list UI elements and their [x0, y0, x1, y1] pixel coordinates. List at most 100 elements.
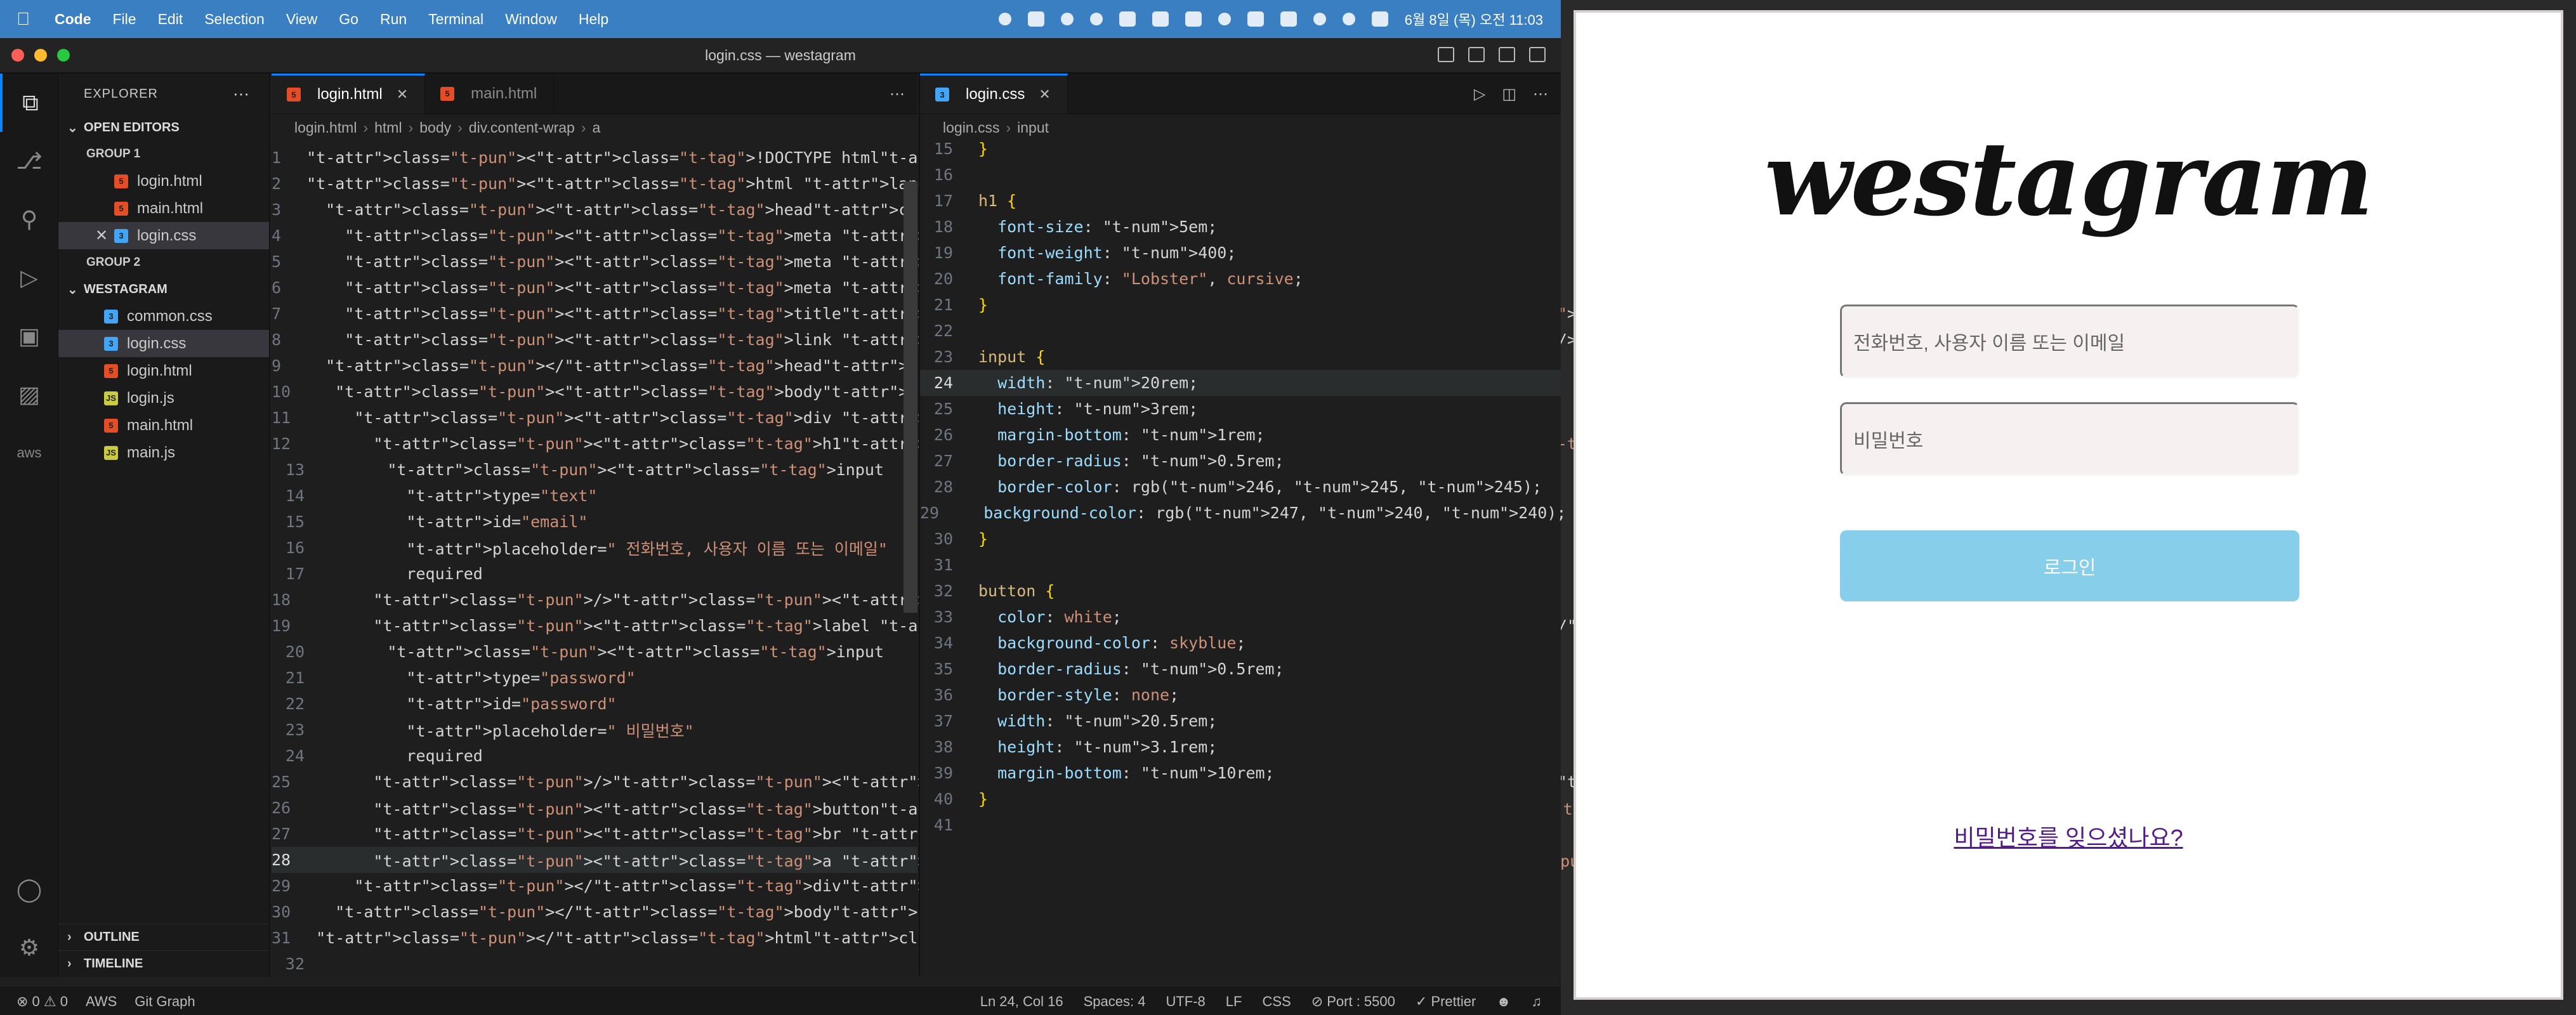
code-line[interactable]: 23 input {	[920, 344, 1561, 370]
group-1-label[interactable]: GROUP 1	[58, 141, 269, 167]
explorer-icon[interactable]: ⧉	[0, 74, 58, 132]
menu-help[interactable]: Help	[579, 11, 608, 28]
code-line[interactable]: 31	[920, 552, 1561, 578]
timeline-section[interactable]: › TIMELINE	[58, 950, 269, 977]
project-section[interactable]: ⌄ WESTAGRAM	[58, 276, 269, 303]
menu-edit[interactable]: Edit	[158, 11, 183, 28]
tab-login-css[interactable]: 3 login.css ✕	[920, 74, 1068, 114]
code-editor-css[interactable]: 15} 16 17 h1 {18 font-size: "t-num">5em; 19 …	[920, 136, 1566, 838]
breadcrumb-item[interactable]: div.content-wrap	[469, 119, 575, 136]
code-line[interactable]: 29 "t-attr">class="t-pun"></"t-attr">cla…	[272, 873, 1070, 899]
forgot-password-link[interactable]: 비밀번호를 잊으셨나요?	[1576, 820, 2561, 853]
code-line[interactable]: 32 button {	[920, 578, 1561, 604]
code-line[interactable]: 35 border-radius: "t-num">0.5rem;	[920, 656, 1561, 682]
toggle-primary-sidebar-icon[interactable]	[1438, 47, 1454, 62]
open-editors-section[interactable]: ⌄ OPEN EDITORS	[58, 114, 269, 141]
feedback-icon[interactable]: ☻	[1496, 993, 1511, 1010]
code-line[interactable]: 16	[920, 162, 1561, 188]
code-line[interactable]: 20 font-family: "Lobster", cursive;	[920, 266, 1561, 292]
bluetooth-icon[interactable]	[1089, 13, 1103, 25]
indentation[interactable]: Spaces: 4	[1084, 993, 1146, 1010]
code-line[interactable]: 11 "t-attr">class="t-pun"><"t-attr">clas…	[272, 405, 1348, 431]
code-line[interactable]: 5 "t-attr">class="t-pun"><"t-attr">class…	[272, 249, 1443, 275]
run-debug-icon[interactable]: ▷	[0, 249, 58, 307]
apple-icon[interactable]: 	[16, 9, 42, 29]
code-line[interactable]: 37 width: "t-num">20.5rem;	[920, 708, 1561, 734]
code-line[interactable]: 30 "t-attr">class="t-pun"></"t-attr">cla…	[272, 899, 1061, 925]
customize-layout-icon[interactable]	[1529, 47, 1546, 62]
control-center-icon[interactable]	[1371, 11, 1388, 27]
code-line[interactable]: 31 "t-attr">class="t-pun"></"t-attr">clas…	[272, 925, 1042, 951]
code-line[interactable]: 30}	[920, 526, 1561, 552]
code-line[interactable]: 19 font-weight: "t-num">400;	[920, 240, 1561, 266]
tab-login-html[interactable]: 5 login.html ✕	[272, 74, 426, 114]
breadcrumb-item[interactable]: login.css	[943, 119, 999, 136]
code-line[interactable]: 18 font-size: "t-num">5em;	[920, 214, 1561, 240]
close-icon[interactable]: ✕	[397, 86, 408, 103]
code-line[interactable]: 32	[272, 951, 917, 977]
cursor-position[interactable]: Ln 24, Col 16	[980, 993, 1063, 1010]
code-line[interactable]: 4 "t-attr">class="t-pun"><"t-attr">class…	[272, 223, 1319, 249]
code-line[interactable]: 10 "t-attr">class="t-pun"><"t-attr">clas…	[272, 379, 1051, 405]
code-line[interactable]: 25 "t-attr">class="t-pun">/>"t-attr">cla…	[272, 769, 2045, 795]
email-input[interactable]: 전화번호, 사용자 이름 또는 이메일	[1840, 304, 2299, 378]
password-input[interactable]: 비밀번호	[1840, 402, 2299, 476]
code-line[interactable]: 39 margin-bottom: "t-num">10rem;	[920, 760, 1561, 786]
code-line[interactable]: 9 "t-attr">class="t-pun"></"t-attr">clas…	[272, 353, 1051, 379]
docker-icon[interactable]: ▨	[0, 365, 58, 424]
wifi-icon[interactable]	[1313, 13, 1326, 25]
code-line[interactable]: 28 border-color: rgb("t-num">246, "t-num…	[920, 474, 1561, 500]
run-icon[interactable]: ▷	[1474, 85, 1485, 103]
code-line[interactable]: 24 width: "t-num">20rem;	[920, 370, 1561, 396]
problems-count[interactable]: ⊗ 0 ⚠ 0	[16, 993, 68, 1010]
input-source-icon[interactable]	[1247, 11, 1264, 27]
code-editor-html[interactable]: 1 "t-attr">class="t-pun"><"t-attr">class=…	[272, 145, 2086, 977]
menu-window[interactable]: Window	[505, 11, 557, 28]
prettier-status[interactable]: ✓ Prettier	[1416, 993, 1476, 1010]
menu-go[interactable]: Go	[339, 11, 358, 28]
code-line[interactable]: 13 "t-attr">class="t-pun"><"t-attr">clas…	[272, 457, 917, 483]
tab-main-html[interactable]: 5 main.html	[425, 74, 555, 114]
spotlight-icon[interactable]	[1342, 13, 1355, 25]
code-line[interactable]: 33 color: white;	[920, 604, 1561, 630]
code-line[interactable]: 29 background-color: rgb("t-num">247, "t…	[920, 500, 1566, 526]
file-main-html[interactable]: 5 main.html	[58, 412, 269, 439]
outline-section[interactable]: › OUTLINE	[58, 924, 269, 950]
file-login-html[interactable]: 5 login.html	[58, 357, 269, 384]
volume-icon[interactable]	[1185, 11, 1202, 27]
code-line[interactable]: 40}	[920, 786, 1561, 812]
encoding[interactable]: UTF-8	[1166, 993, 1205, 1010]
open-editor-main-html[interactable]: 5 main.html	[58, 195, 269, 222]
code-line[interactable]: 15 "t-attr">id="email"	[272, 509, 917, 535]
code-line[interactable]: 22 "t-attr">id="password"	[272, 691, 917, 717]
breadcrumb-item[interactable]: input	[1017, 119, 1049, 136]
code-line[interactable]: 38 height: "t-num">3.1rem;	[920, 734, 1561, 760]
code-line[interactable]: 6 "t-attr">class="t-pun"><"t-attr">class…	[272, 275, 1424, 301]
source-control-icon[interactable]: ⎇	[0, 132, 58, 190]
code-line[interactable]: 8 "t-attr">class="t-pun"><"t-attr">class…	[272, 327, 1577, 353]
menubar-clock[interactable]: 6월 8일 (목) 오전 11:03	[1405, 9, 1543, 29]
code-line[interactable]: 17 required	[272, 561, 917, 587]
battery-icon[interactable]	[1280, 11, 1297, 27]
open-editor-login-html[interactable]: 5 login.html	[58, 167, 269, 195]
breadcrumb-item[interactable]: html	[374, 119, 402, 136]
code-line[interactable]: 3 "t-attr">class="t-pun"><"t-attr">class…	[272, 197, 1042, 223]
notifications-bell-icon[interactable]: ♫	[1532, 993, 1542, 1010]
search-icon[interactable]: ⚲	[0, 190, 58, 249]
code-line[interactable]: 18 "t-attr">class="t-pun">/>"t-attr">cla…	[272, 587, 1329, 613]
code-line[interactable]: 1 "t-attr">class="t-pun"><"t-attr">class=…	[272, 145, 1108, 171]
toggle-panel-icon[interactable]	[1468, 47, 1485, 62]
code-line[interactable]: 21}	[920, 292, 1561, 318]
aws-status[interactable]: AWS	[86, 993, 117, 1010]
file-login-js[interactable]: JS login.js	[58, 384, 269, 412]
code-line[interactable]: 34 background-color: skyblue;	[920, 630, 1561, 656]
breadcrumb-item[interactable]: body	[419, 119, 451, 136]
menu-app[interactable]: Code	[55, 11, 91, 28]
record-icon[interactable]	[1060, 13, 1074, 25]
code-line[interactable]: 27 border-radius: "t-num">0.5rem;	[920, 448, 1561, 474]
file-common-css[interactable]: 3 common.css	[58, 303, 269, 330]
code-line[interactable]: 14 "t-attr">type="text"	[272, 483, 917, 509]
code-line[interactable]: 26 margin-bottom: "t-num">1rem;	[920, 422, 1561, 448]
menu-selection[interactable]: Selection	[204, 11, 265, 28]
close-icon[interactable]: ✕	[1039, 86, 1050, 103]
